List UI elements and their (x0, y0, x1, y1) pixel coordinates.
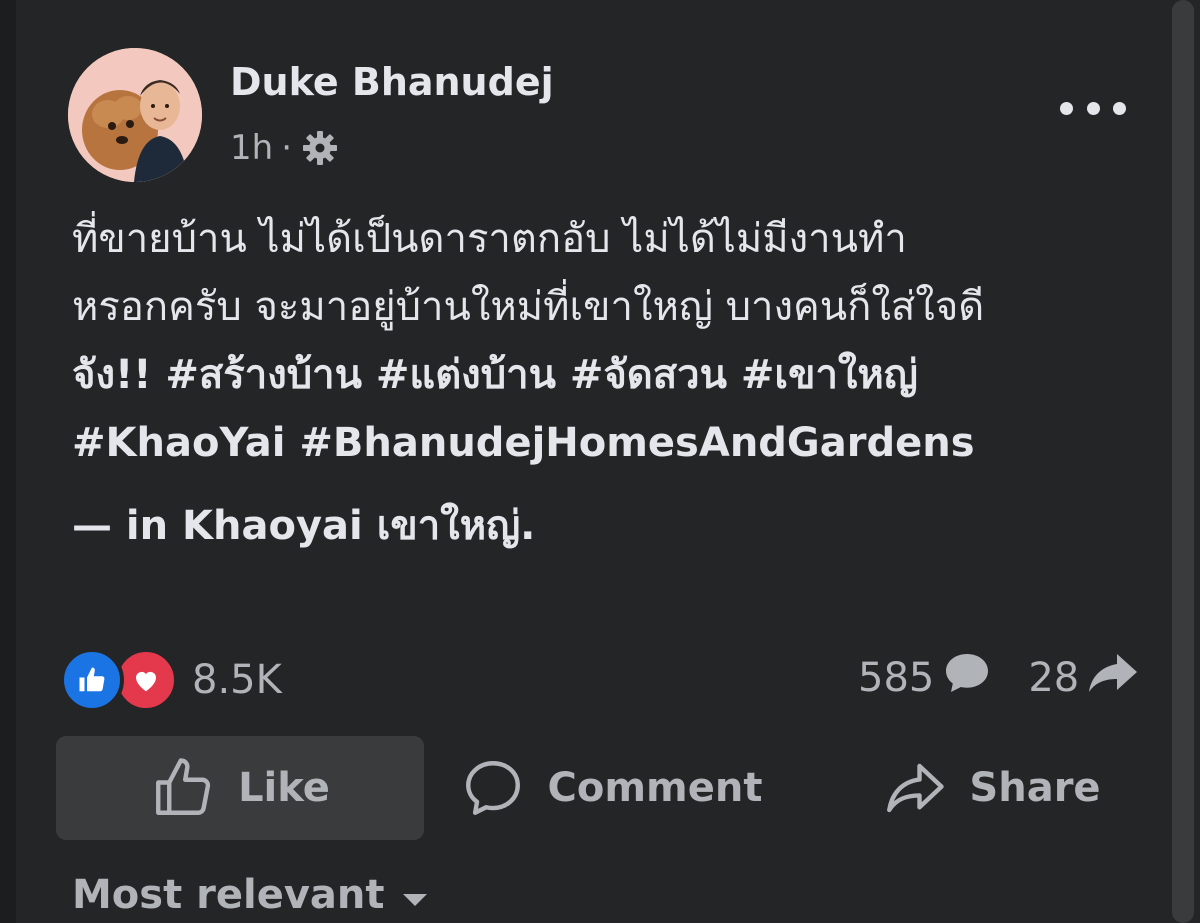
comment-count[interactable]: 585 (858, 655, 934, 701)
comment-button-label: Comment (547, 765, 763, 811)
more-dot (1113, 101, 1126, 115)
post-timestamp[interactable]: 1h (230, 128, 273, 168)
meta-separator: · (281, 128, 292, 168)
share-button[interactable]: Share (846, 736, 1136, 840)
comments-sort-label: Most relevant (72, 872, 385, 918)
chevron-down-icon (402, 894, 427, 906)
thumbs-up-icon (156, 758, 211, 815)
like-reaction-icon (60, 648, 124, 712)
post-hashtags-line[interactable]: #KhaoYai #BhanudejHomesAndGardens (72, 409, 1162, 477)
scrollbar[interactable] (1172, 0, 1194, 923)
more-dot (1086, 101, 1100, 115)
post-text-line: หรอกครับ จะมาอยู่บ้านใหม่ที่เขาใหญ่ บางค… (72, 284, 985, 330)
post-meta: 1h · (230, 128, 340, 168)
post-location[interactable]: — in Khaoyai เขาใหญ่. (72, 493, 535, 557)
share-count[interactable]: 28 (1028, 655, 1079, 701)
share-button-label: Share (969, 765, 1101, 811)
comment-icon (465, 761, 520, 815)
gear-icon[interactable] (300, 128, 340, 168)
comment-button[interactable]: Comment (446, 736, 776, 840)
post-action-bar: Like Comment Share (56, 736, 1156, 840)
like-button-label: Like (238, 765, 330, 811)
post-author-name[interactable]: Duke Bhanudej (230, 60, 554, 104)
post-text-line: ที่ขายบ้าน ไม่ได้เป็นดาราตกอับ ไม่ได้ไม่… (72, 216, 907, 262)
share-arrow-icon (1087, 650, 1139, 706)
left-edge (0, 0, 16, 923)
avatar[interactable] (68, 48, 202, 182)
post-body: ที่ขายบ้าน ไม่ได้เป็นดาราตกอับ ไม่ได้ไม่… (72, 205, 1162, 477)
more-dot (1060, 101, 1073, 115)
engagement-summary: 585 28 (858, 650, 1139, 706)
facebook-post: Duke Bhanudej 1h · ที่ขายบ้าน ไม่ได้เป็น… (0, 0, 1200, 923)
like-button[interactable]: Like (56, 736, 424, 840)
comment-bubble-icon (942, 650, 992, 706)
more-options-icon[interactable] (1060, 88, 1126, 128)
reaction-count: 8.5K (192, 657, 282, 703)
post-hashtags-line[interactable]: จัง!! #สร้างบ้าน #แต่งบ้าน #จัดสวน #เขาใ… (72, 341, 1162, 409)
comments-sort-dropdown[interactable]: Most relevant (72, 872, 427, 918)
share-icon (887, 763, 945, 813)
reactions-summary[interactable]: 8.5K (60, 648, 282, 712)
